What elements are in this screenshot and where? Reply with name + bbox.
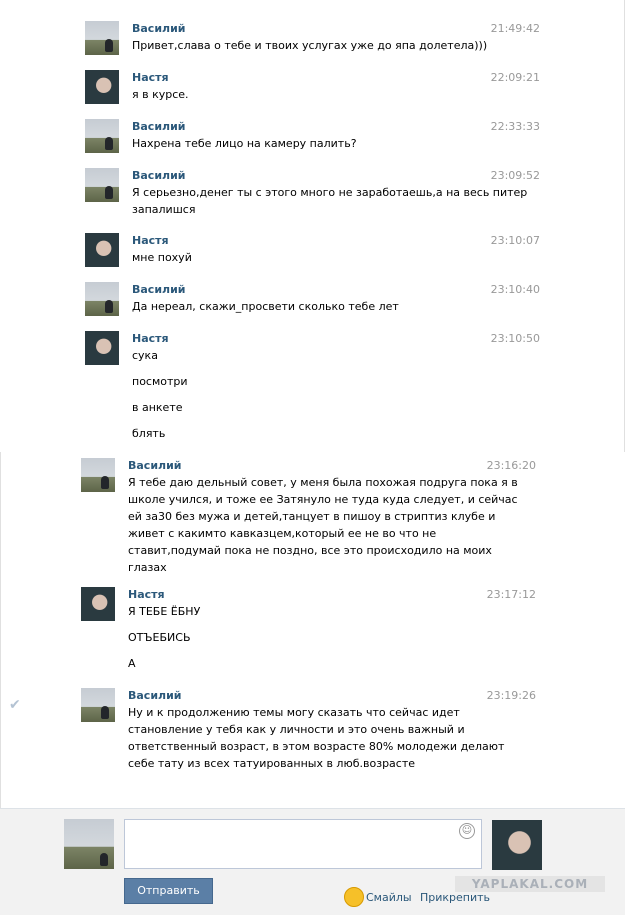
message-author[interactable]: Василий (132, 169, 186, 182)
message-text-line: запалишся (132, 203, 196, 216)
message-text-line: глазах (128, 561, 167, 574)
message-text-line: блять (132, 427, 166, 440)
peer-avatar[interactable] (492, 820, 542, 870)
message-text-line: Я серьезно,денег ты с этого много не зар… (132, 186, 528, 199)
emoji-icon[interactable]: ☺ (459, 823, 475, 839)
message-text-line: становление у тебя как у личности и это … (128, 723, 465, 736)
message-time: 22:09:21 (490, 71, 540, 84)
message-avatar[interactable] (85, 233, 119, 267)
attach-link[interactable]: Прикрепить (420, 891, 490, 904)
message-author[interactable]: Василий (128, 459, 182, 472)
message-text-line: себе тату из всех татуированных в люб.во… (128, 757, 416, 770)
message-time: 23:19:26 (486, 689, 536, 702)
my-avatar[interactable] (64, 819, 114, 869)
message-author[interactable]: Василий (128, 689, 182, 702)
message-avatar[interactable] (85, 119, 119, 153)
message-text-line: я в курсе. (132, 88, 189, 101)
watermark: YAPLAKAL.COM (455, 876, 605, 892)
message-time: 23:17:12 (486, 588, 536, 601)
message-author[interactable]: Настя (128, 588, 165, 601)
message-text-line: ставит,подумай пока не поздно, все это п… (128, 544, 492, 557)
message-avatar[interactable] (85, 70, 119, 104)
message-avatar[interactable] (81, 587, 115, 621)
message-author[interactable]: Василий (132, 120, 186, 133)
read-check-icon: ✔ (9, 697, 21, 713)
smiles-icon[interactable] (344, 887, 364, 907)
message-text-line: Я тебе даю дельный совет, у меня была по… (128, 476, 518, 489)
message-time: 23:10:40 (490, 283, 540, 296)
message-text-line: школе учился, и тоже ее Затянуло не туда… (128, 493, 518, 506)
message-input[interactable] (124, 819, 482, 869)
message-avatar[interactable] (85, 331, 119, 365)
message-text-line: посмотри (132, 375, 188, 388)
message-text-line: А (128, 657, 136, 670)
message-author[interactable]: Василий (132, 283, 186, 296)
dialog-panel-top (0, 0, 625, 452)
message-text-line: Ну и к продолжению темы могу сказать что… (128, 706, 460, 719)
message-avatar[interactable] (85, 21, 119, 55)
message-author[interactable]: Настя (132, 234, 169, 247)
message-avatar[interactable] (81, 458, 115, 492)
message-text-line: Привет,слава о тебе и твоих услугах уже … (132, 39, 488, 52)
message-time: 21:49:42 (490, 22, 540, 35)
message-avatar[interactable] (85, 282, 119, 316)
message-avatar[interactable] (81, 688, 115, 722)
message-time: 22:33:33 (490, 120, 540, 133)
message-text-line: ей за30 без мужа и детей,танцует в пишоу… (128, 510, 496, 523)
message-text-line: в анкете (132, 401, 183, 414)
message-time: 23:16:20 (486, 459, 536, 472)
message-avatar[interactable] (85, 168, 119, 202)
message-author[interactable]: Настя (132, 71, 169, 84)
message-text-line: Нахрена тебе лицо на камеру палить? (132, 137, 357, 150)
message-time: 23:10:07 (490, 234, 540, 247)
message-text-line: Я ТЕБЕ ЁБНУ (128, 605, 201, 618)
message-text-line: ОТЪЕБИСЬ (128, 631, 191, 644)
message-author[interactable]: Настя (132, 332, 169, 345)
send-button[interactable]: Отправить (124, 878, 213, 904)
message-time: 23:09:52 (490, 169, 540, 182)
message-text-line: мне похуй (132, 251, 192, 264)
message-text-line: ответственный возраст, в этом возрасте 8… (128, 740, 505, 753)
smiles-link[interactable]: Смайлы (366, 891, 412, 904)
message-author[interactable]: Василий (132, 22, 186, 35)
message-text-line: Да нереал, скажи_просвети сколько тебе л… (132, 300, 399, 313)
message-text-line: сука (132, 349, 158, 362)
message-time: 23:10:50 (490, 332, 540, 345)
message-text-line: живет с какимто кавказцем,который ее не … (128, 527, 437, 540)
